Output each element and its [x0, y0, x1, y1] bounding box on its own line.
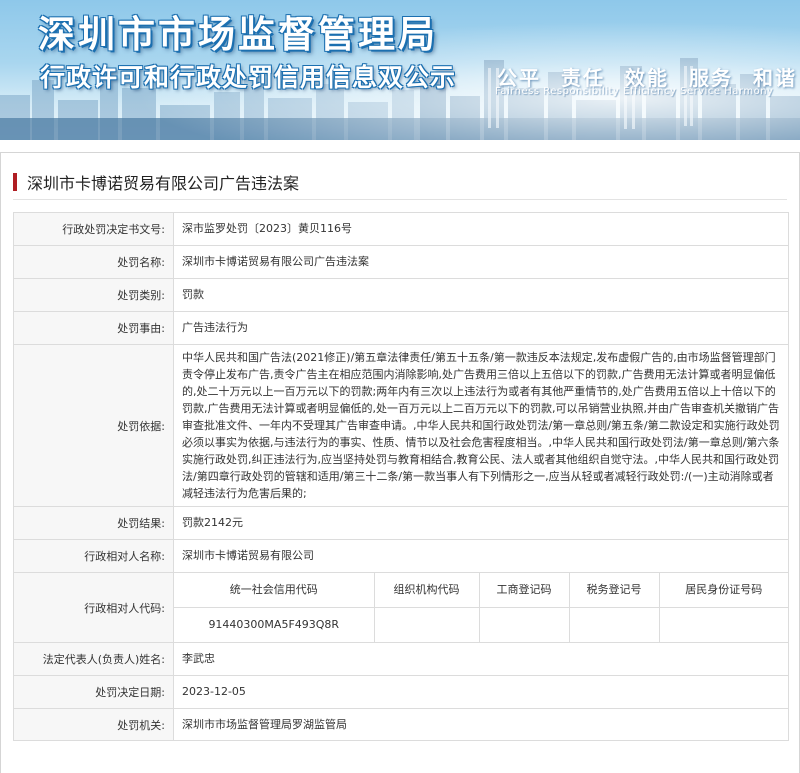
code-value-org: [374, 607, 480, 642]
code-value-id-card: [659, 608, 788, 643]
code-header-credit: 统一社会信用代码: [174, 573, 375, 608]
penalty-type-value: 罚款: [173, 278, 789, 312]
code-value-row: 91440300MA5F493Q8R: [174, 607, 788, 643]
table-row: 处罚名称: 深圳市卡博诺贸易有限公司广告违法案: [13, 245, 789, 279]
penalty-basis-value: 中华人民共和国广告法(2021修正)/第五章法律责任/第五十五条/第一款违反本法…: [173, 344, 789, 507]
table-row: 行政相对人名称: 深圳市卡博诺贸易有限公司: [13, 539, 789, 573]
decision-no-label: 行政处罚决定书文号:: [13, 212, 174, 246]
banner-slogan-english: Fairness Responsibility Efficiency Servi…: [495, 86, 774, 97]
code-header-org: 组织机构代码: [374, 573, 480, 608]
page-title: 深圳市卡博诺贸易有限公司广告违法案: [13, 171, 299, 193]
case-detail-panel: 深圳市卡博诺贸易有限公司广告违法案 行政处罚决定书文号: 深市监罗处罚〔2023…: [0, 152, 800, 773]
penalty-result-label: 处罚结果:: [13, 506, 174, 540]
table-row: 处罚决定日期: 2023-12-05: [13, 675, 789, 709]
table-row: 处罚事由: 广告违法行为: [13, 311, 789, 345]
table-row: 行政处罚决定书文号: 深市监罗处罚〔2023〕黄贝116号: [13, 212, 789, 246]
banner-subtitle: 行政许可和行政处罚信用信息双公示: [40, 63, 457, 92]
table-row: 处罚机关: 深圳市市场监督管理局罗湖监管局: [13, 708, 789, 741]
penalty-basis-label: 处罚依据:: [13, 344, 174, 507]
case-info-table: 行政处罚决定书文号: 深市监罗处罚〔2023〕黄贝116号 处罚名称: 深圳市卡…: [13, 212, 789, 741]
counterparty-code-table: 统一社会信用代码 组织机构代码 工商登记码 税务登记号 居民身份证号码 9144…: [174, 573, 788, 642]
authority-label: 处罚机关:: [13, 708, 174, 741]
penalty-type-label: 处罚类别:: [13, 278, 174, 312]
penalty-name-label: 处罚名称:: [13, 245, 174, 279]
table-row: 法定代表人(负责人)姓名: 李武忠: [13, 642, 789, 676]
code-header-row: 统一社会信用代码 组织机构代码 工商登记码 税务登记号 居民身份证号码: [174, 573, 788, 608]
penalty-result-value: 罚款2142元: [173, 506, 789, 540]
table-row: 行政相对人代码: 统一社会信用代码 组织机构代码 工商登记码 税务登记号 居民身…: [13, 572, 789, 643]
code-value-credit: 91440300MA5F493Q8R: [174, 607, 375, 642]
code-header-tax-reg: 税务登记号: [569, 573, 660, 608]
counterparty-name-label: 行政相对人名称:: [13, 539, 174, 573]
title-accent-bar: [13, 173, 17, 191]
counterparty-name-value: 深圳市卡博诺贸易有限公司: [173, 539, 789, 573]
decision-date-value: 2023-12-05: [173, 675, 789, 709]
penalty-name-value: 深圳市卡博诺贸易有限公司广告违法案: [173, 245, 789, 279]
code-header-id-card: 居民身份证号码: [659, 573, 788, 608]
banner-title: 深圳市市场监督管理局: [38, 13, 438, 56]
counterparty-code-cell: 统一社会信用代码 组织机构代码 工商登记码 税务登记号 居民身份证号码 9144…: [173, 572, 789, 643]
title-divider: [13, 199, 787, 200]
counterparty-code-label: 行政相对人代码:: [13, 572, 174, 643]
table-row: 处罚结果: 罚款2142元: [13, 506, 789, 540]
table-row: 处罚类别: 罚款: [13, 278, 789, 312]
penalty-reason-label: 处罚事由:: [13, 311, 174, 345]
decision-date-label: 处罚决定日期:: [13, 675, 174, 709]
case-title: 深圳市卡博诺贸易有限公司广告违法案: [27, 174, 300, 193]
code-value-tax-reg: [569, 607, 660, 642]
header-banner: 深圳市市场监督管理局 行政许可和行政处罚信用信息双公示 公平 责任 效能 服务 …: [0, 0, 800, 140]
penalty-reason-value: 广告违法行为: [173, 311, 789, 345]
code-header-business-reg: 工商登记码: [479, 573, 570, 608]
legal-rep-value: 李武忠: [173, 642, 789, 676]
code-value-business-reg: [479, 607, 570, 642]
legal-rep-label: 法定代表人(负责人)姓名:: [13, 642, 174, 676]
authority-value: 深圳市市场监督管理局罗湖监管局: [173, 708, 789, 741]
decision-no-value: 深市监罗处罚〔2023〕黄贝116号: [173, 212, 789, 246]
table-row: 处罚依据: 中华人民共和国广告法(2021修正)/第五章法律责任/第五十五条/第…: [13, 344, 789, 507]
